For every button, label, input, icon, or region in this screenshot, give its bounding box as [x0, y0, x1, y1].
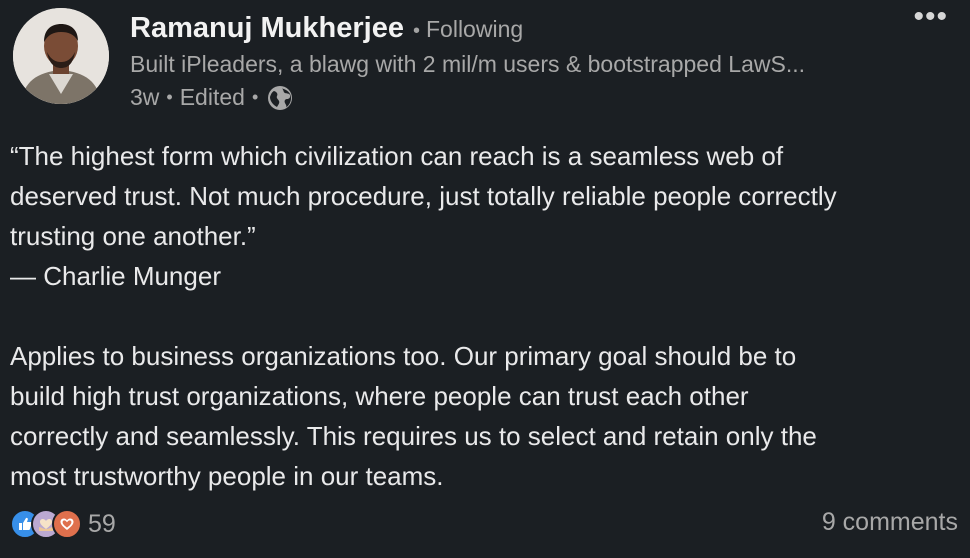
- follow-status: Following: [426, 16, 524, 42]
- post-card: ••• Ramanuj Mukherjee • Following Built …: [0, 0, 970, 558]
- love-icon: [52, 509, 82, 539]
- quote-line: “The highest form which civilization can…: [10, 141, 784, 171]
- comments-count-link[interactable]: 9 comments: [822, 508, 958, 537]
- paragraph-line: correctly and seamlessly. This requires …: [10, 421, 817, 451]
- reaction-count: 59: [88, 509, 116, 538]
- author-name[interactable]: Ramanuj Mukherjee: [130, 12, 404, 45]
- quote-attribution: — Charlie Munger: [10, 261, 221, 291]
- paragraph-line: build high trust organizations, where pe…: [10, 381, 749, 411]
- post-text: “The highest form which civilization can…: [10, 136, 960, 496]
- paragraph-line: Applies to business organizations too. O…: [10, 341, 797, 371]
- separator-dot: •: [251, 87, 259, 107]
- reactions-summary[interactable]: 59: [10, 509, 116, 539]
- edited-label: Edited: [179, 84, 245, 110]
- post-header: Ramanuj Mukherjee • Following Built iPle…: [130, 12, 910, 111]
- more-options-button[interactable]: •••: [913, 2, 948, 32]
- separator-dot: •: [412, 20, 420, 42]
- globe-icon: [267, 85, 293, 111]
- ellipsis-icon: •••: [913, 0, 948, 33]
- author-headline: Built iPleaders, a blawg with 2 mil/m us…: [130, 51, 805, 77]
- reaction-icons: [10, 509, 82, 539]
- separator-dot: •: [166, 87, 173, 107]
- post-time: 3w: [130, 84, 160, 110]
- quote-line: trusting one another.”: [10, 221, 256, 251]
- author-name-row: Ramanuj Mukherjee • Following: [130, 12, 910, 45]
- quote-line: deserved trust. Not much procedure, just…: [10, 181, 837, 211]
- author-avatar[interactable]: [13, 8, 109, 104]
- paragraph-line: most trustworthy people in our teams.: [10, 461, 444, 491]
- profile-photo: [13, 8, 109, 104]
- post-meta: 3w • Edited •: [130, 84, 910, 111]
